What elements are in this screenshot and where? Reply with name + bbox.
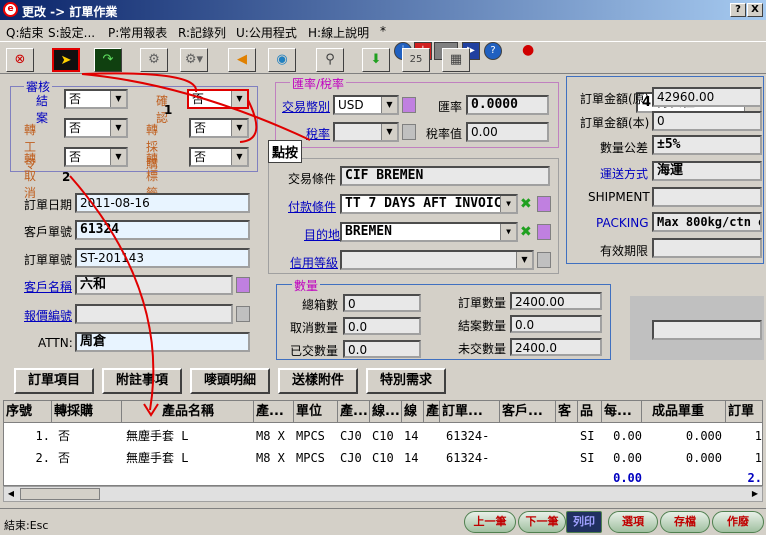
annotation-overlay (69, 72, 311, 417)
annotation-two: 2 (62, 170, 71, 184)
annotation-click-label: 點按 (268, 140, 303, 163)
annotation-one: 1 (164, 103, 173, 117)
order-window: e 更改 -> 訂單作業 ? X Q:結束 S:設定... P:常用報表 R:記… (0, 0, 766, 535)
annotation-arrow-2 (69, 175, 155, 411)
annotation-curve (81, 73, 311, 141)
annotation-curve-2 (239, 99, 258, 143)
